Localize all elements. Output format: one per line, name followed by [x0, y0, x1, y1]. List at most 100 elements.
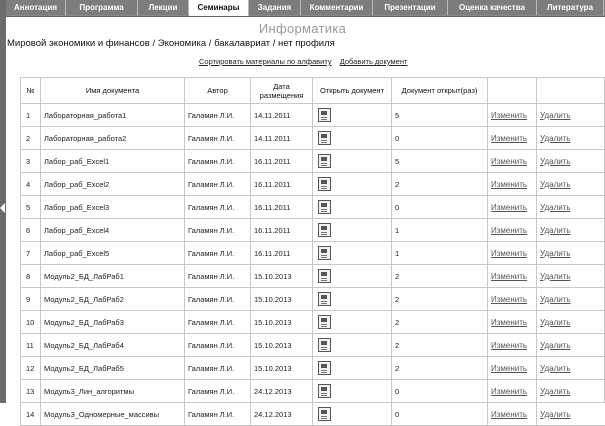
tab-1[interactable]: Аннотация	[6, 0, 66, 15]
edit-link[interactable]: Изменить	[491, 226, 527, 235]
collapse-arrow-icon[interactable]	[0, 203, 5, 213]
delete-cell: Удалить	[537, 311, 605, 334]
excel-icon[interactable]	[318, 177, 331, 191]
date: 16.11.2011	[251, 150, 313, 173]
edit-cell: Изменить	[488, 311, 537, 334]
opened-count: 1	[392, 242, 488, 265]
table-row: 5Лабор_раб_Excel3Галамян Л.И.16.11.20110…	[21, 196, 605, 219]
author: Галамян Л.И.	[185, 196, 251, 219]
edit-cell: Изменить	[488, 196, 537, 219]
table-row: 1Лабораторная_работа1Галамян Л.И.14.11.2…	[21, 104, 605, 127]
author: Галамян Л.И.	[185, 288, 251, 311]
document-icon[interactable]	[318, 108, 331, 122]
column-header-open-document: Открыть документ	[313, 78, 392, 104]
document-icon[interactable]	[318, 315, 331, 329]
edit-link[interactable]: Изменить	[491, 249, 527, 258]
document-actions: Сортировать материалы по алфавиту Добави…	[199, 57, 413, 66]
edit-cell: Изменить	[488, 403, 537, 426]
author: Галамян Л.И.	[185, 334, 251, 357]
edit-cell: Изменить	[488, 173, 537, 196]
table-row: 9Модуль2_БД_ЛабРаб2Галамян Л.И.15.10.201…	[21, 288, 605, 311]
delete-link[interactable]: Удалить	[540, 341, 571, 350]
edit-link[interactable]: Изменить	[491, 410, 527, 419]
edit-cell: Изменить	[488, 380, 537, 403]
edit-link[interactable]: Изменить	[491, 272, 527, 281]
edit-link[interactable]: Изменить	[491, 180, 527, 189]
document-icon[interactable]	[318, 292, 331, 306]
delete-link[interactable]: Удалить	[540, 410, 571, 419]
date: 15.10.2013	[251, 334, 313, 357]
row-number: 7	[21, 242, 41, 265]
author: Галамян Л.И.	[185, 380, 251, 403]
edit-link[interactable]: Изменить	[491, 364, 527, 373]
edit-link[interactable]: Изменить	[491, 387, 527, 396]
tab-5[interactable]: Задания	[249, 0, 301, 15]
delete-cell: Удалить	[537, 242, 605, 265]
document-icon[interactable]	[318, 131, 331, 145]
date: 16.11.2011	[251, 196, 313, 219]
document-icon[interactable]	[318, 407, 331, 421]
table-row: 8Модуль2_БД_ЛабРаб1Галамян Л.И.15.10.201…	[21, 265, 605, 288]
delete-link[interactable]: Удалить	[540, 272, 571, 281]
delete-link[interactable]: Удалить	[540, 180, 571, 189]
open-document-cell	[313, 242, 392, 265]
archive-icon[interactable]	[318, 384, 331, 398]
delete-link[interactable]: Удалить	[540, 318, 571, 327]
edit-link[interactable]: Изменить	[491, 157, 527, 166]
edit-link[interactable]: Изменить	[491, 203, 527, 212]
delete-cell: Удалить	[537, 403, 605, 426]
tab-4[interactable]: Семинары	[189, 0, 249, 17]
left-panel-collapse-bar[interactable]	[0, 0, 6, 403]
table-row: 10Модуль2_БД_ЛабРаб3Галамян Л.И.15.10.20…	[21, 311, 605, 334]
author: Галамян Л.И.	[185, 219, 251, 242]
document-icon[interactable]	[318, 269, 331, 283]
edit-link[interactable]: Изменить	[491, 318, 527, 327]
edit-link[interactable]: Изменить	[491, 295, 527, 304]
add-document-link[interactable]: Добавить документ	[340, 57, 408, 66]
delete-link[interactable]: Удалить	[540, 249, 571, 258]
tab-2[interactable]: Программа	[66, 0, 138, 15]
row-number: 1	[21, 104, 41, 127]
tab-bar: АннотацияПрограммаЛекцииСеминарыЗаданияК…	[6, 0, 605, 17]
delete-link[interactable]: Удалить	[540, 203, 571, 212]
delete-cell: Удалить	[537, 219, 605, 242]
open-document-cell	[313, 380, 392, 403]
edit-link[interactable]: Изменить	[491, 134, 527, 143]
date: 24.12.2013	[251, 380, 313, 403]
edit-cell: Изменить	[488, 242, 537, 265]
excel-icon[interactable]	[318, 200, 331, 214]
delete-link[interactable]: Удалить	[540, 111, 571, 120]
row-number: 14	[21, 403, 41, 426]
tab-7[interactable]: Презентации	[373, 0, 448, 15]
edit-cell: Изменить	[488, 288, 537, 311]
row-number: 2	[21, 127, 41, 150]
tab-6[interactable]: Комментарии	[301, 0, 373, 15]
edit-link[interactable]: Изменить	[491, 341, 527, 350]
tab-8[interactable]: Оценка качества	[448, 0, 537, 15]
document-icon[interactable]	[318, 338, 331, 352]
delete-link[interactable]: Удалить	[540, 157, 571, 166]
document-name: Модуль2_БД_ЛабРаб3	[41, 311, 185, 334]
date: 16.11.2011	[251, 242, 313, 265]
document-icon[interactable]	[318, 361, 331, 375]
tab-3[interactable]: Лекции	[138, 0, 189, 15]
delete-link[interactable]: Удалить	[540, 226, 571, 235]
delete-link[interactable]: Удалить	[540, 364, 571, 373]
delete-link[interactable]: Удалить	[540, 387, 571, 396]
table-row: 13Модуль3_Лин_алгоритмыГаламян Л.И.24.12…	[21, 380, 605, 403]
excel-icon[interactable]	[318, 223, 331, 237]
opened-count: 0	[392, 127, 488, 150]
delete-link[interactable]: Удалить	[540, 295, 571, 304]
table-row: 12Модуль2_БД_ЛабРаб5Галамян Л.И.15.10.20…	[21, 357, 605, 380]
delete-cell: Удалить	[537, 196, 605, 219]
archive-icon[interactable]	[318, 246, 331, 260]
edit-link[interactable]: Изменить	[491, 111, 527, 120]
date: 16.11.2011	[251, 219, 313, 242]
delete-cell: Удалить	[537, 357, 605, 380]
document-icon[interactable]	[318, 154, 331, 168]
author: Галамян Л.И.	[185, 173, 251, 196]
sort-alphabetically-link[interactable]: Сортировать материалы по алфавиту	[199, 57, 332, 66]
author: Галамян Л.И.	[185, 242, 251, 265]
tab-9[interactable]: Литература	[537, 0, 604, 15]
delete-link[interactable]: Удалить	[540, 134, 571, 143]
